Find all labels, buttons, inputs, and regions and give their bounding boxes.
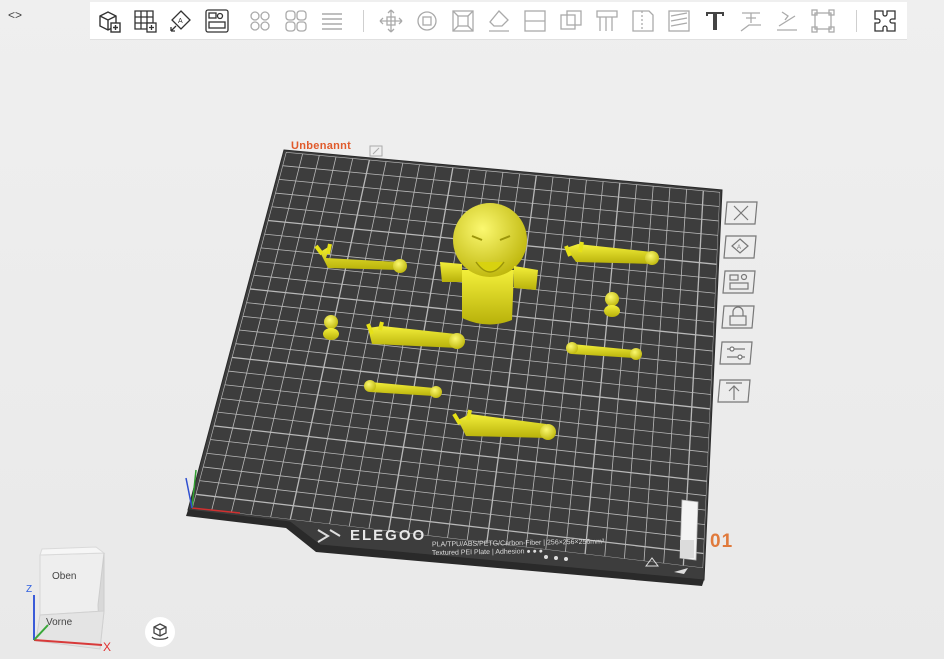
view-cube-top-label[interactable]: Oben [52, 571, 76, 582]
cube-home-icon [151, 623, 169, 640]
arrange-plate-icon[interactable] [722, 269, 756, 295]
auto-orient-plate-icon[interactable]: A [723, 234, 757, 260]
plate-settings-icon[interactable] [719, 340, 753, 366]
adhesion-dot-icon [554, 556, 558, 560]
3d-viewport[interactable]: <> A ELEGOO PLA/TPU/ABS/PETG/Carbon-Fibe… [0, 0, 944, 659]
home-view-button[interactable] [145, 617, 175, 647]
x-axis-label: X [103, 640, 112, 654]
svg-text:A: A [737, 245, 741, 251]
view-cube-front-label[interactable]: Vorne [46, 617, 72, 628]
build-plate-scene[interactable] [0, 0, 944, 659]
close-icon[interactable] [724, 200, 758, 226]
z-axis-line [185, 477, 193, 509]
z-axis-label: Z [26, 584, 33, 595]
plate-number[interactable]: 01 [710, 531, 733, 553]
edit-name-icon[interactable] [369, 145, 383, 157]
plate-brand-label: ELEGOO [350, 527, 427, 544]
view-cube[interactable] [20, 545, 120, 655]
adhesion-dot-icon [544, 555, 548, 559]
lock-icon[interactable] [721, 304, 755, 330]
plate-thumbnail-fill [680, 540, 694, 558]
move-to-top-icon[interactable] [717, 378, 751, 404]
adhesion-dot-icon [564, 557, 568, 561]
plate-name-label[interactable]: Unbenannt [291, 140, 351, 152]
